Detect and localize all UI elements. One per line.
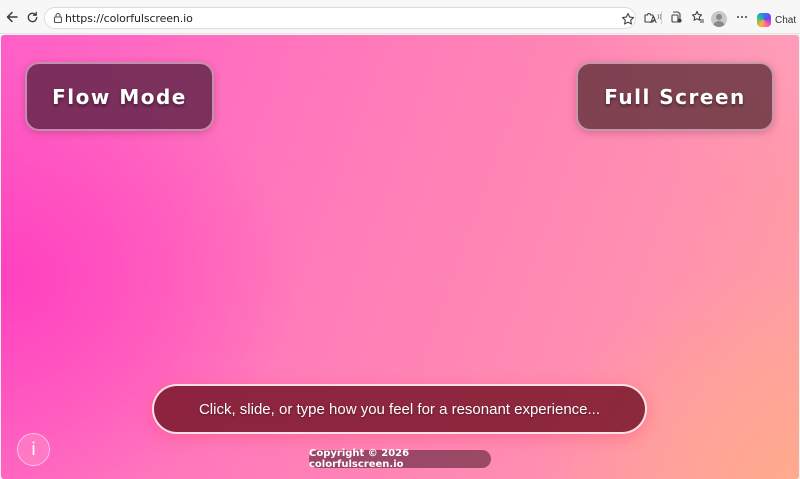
more-icon[interactable] [733, 8, 751, 26]
info-button[interactable]: i [17, 433, 50, 466]
toolbar-divider [661, 11, 662, 24]
browser-essentials-icon[interactable] [667, 8, 685, 26]
lock-icon[interactable] [51, 11, 65, 25]
chat-label: Chat [775, 14, 797, 26]
color-screen-canvas[interactable]: Flow Mode Full Screen Click, slide, or t… [1, 35, 799, 479]
url-text[interactable]: https://colorfulscreen.io [65, 12, 193, 25]
flow-mode-button[interactable]: Flow Mode [25, 62, 214, 131]
feeling-prompt-input[interactable]: Click, slide, or type how you feel for a… [152, 384, 647, 434]
browser-toolbar: https://colorfulscreen.io A)) Chat [0, 0, 800, 34]
favorite-star-icon[interactable] [619, 10, 637, 28]
address-bar[interactable]: https://colorfulscreen.io A)) [44, 7, 662, 29]
copilot-icon [757, 13, 771, 27]
info-icon: i [30, 439, 36, 460]
refresh-icon[interactable] [23, 8, 41, 26]
back-icon[interactable] [3, 8, 21, 26]
copyright-badge: Copyright © 2026 colorfulscreen.io [309, 448, 491, 470]
copyright-text: Copyright © 2026 colorfulscreen.io [309, 448, 410, 470]
full-screen-button[interactable]: Full Screen [576, 62, 774, 131]
prompt-text: Click, slide, or type how you feel for a… [198, 400, 601, 418]
profile-avatar[interactable] [711, 11, 727, 27]
favorites-icon[interactable] [689, 8, 707, 26]
extensions-icon[interactable] [640, 8, 658, 26]
copilot-chat-button[interactable]: Chat [757, 10, 796, 30]
